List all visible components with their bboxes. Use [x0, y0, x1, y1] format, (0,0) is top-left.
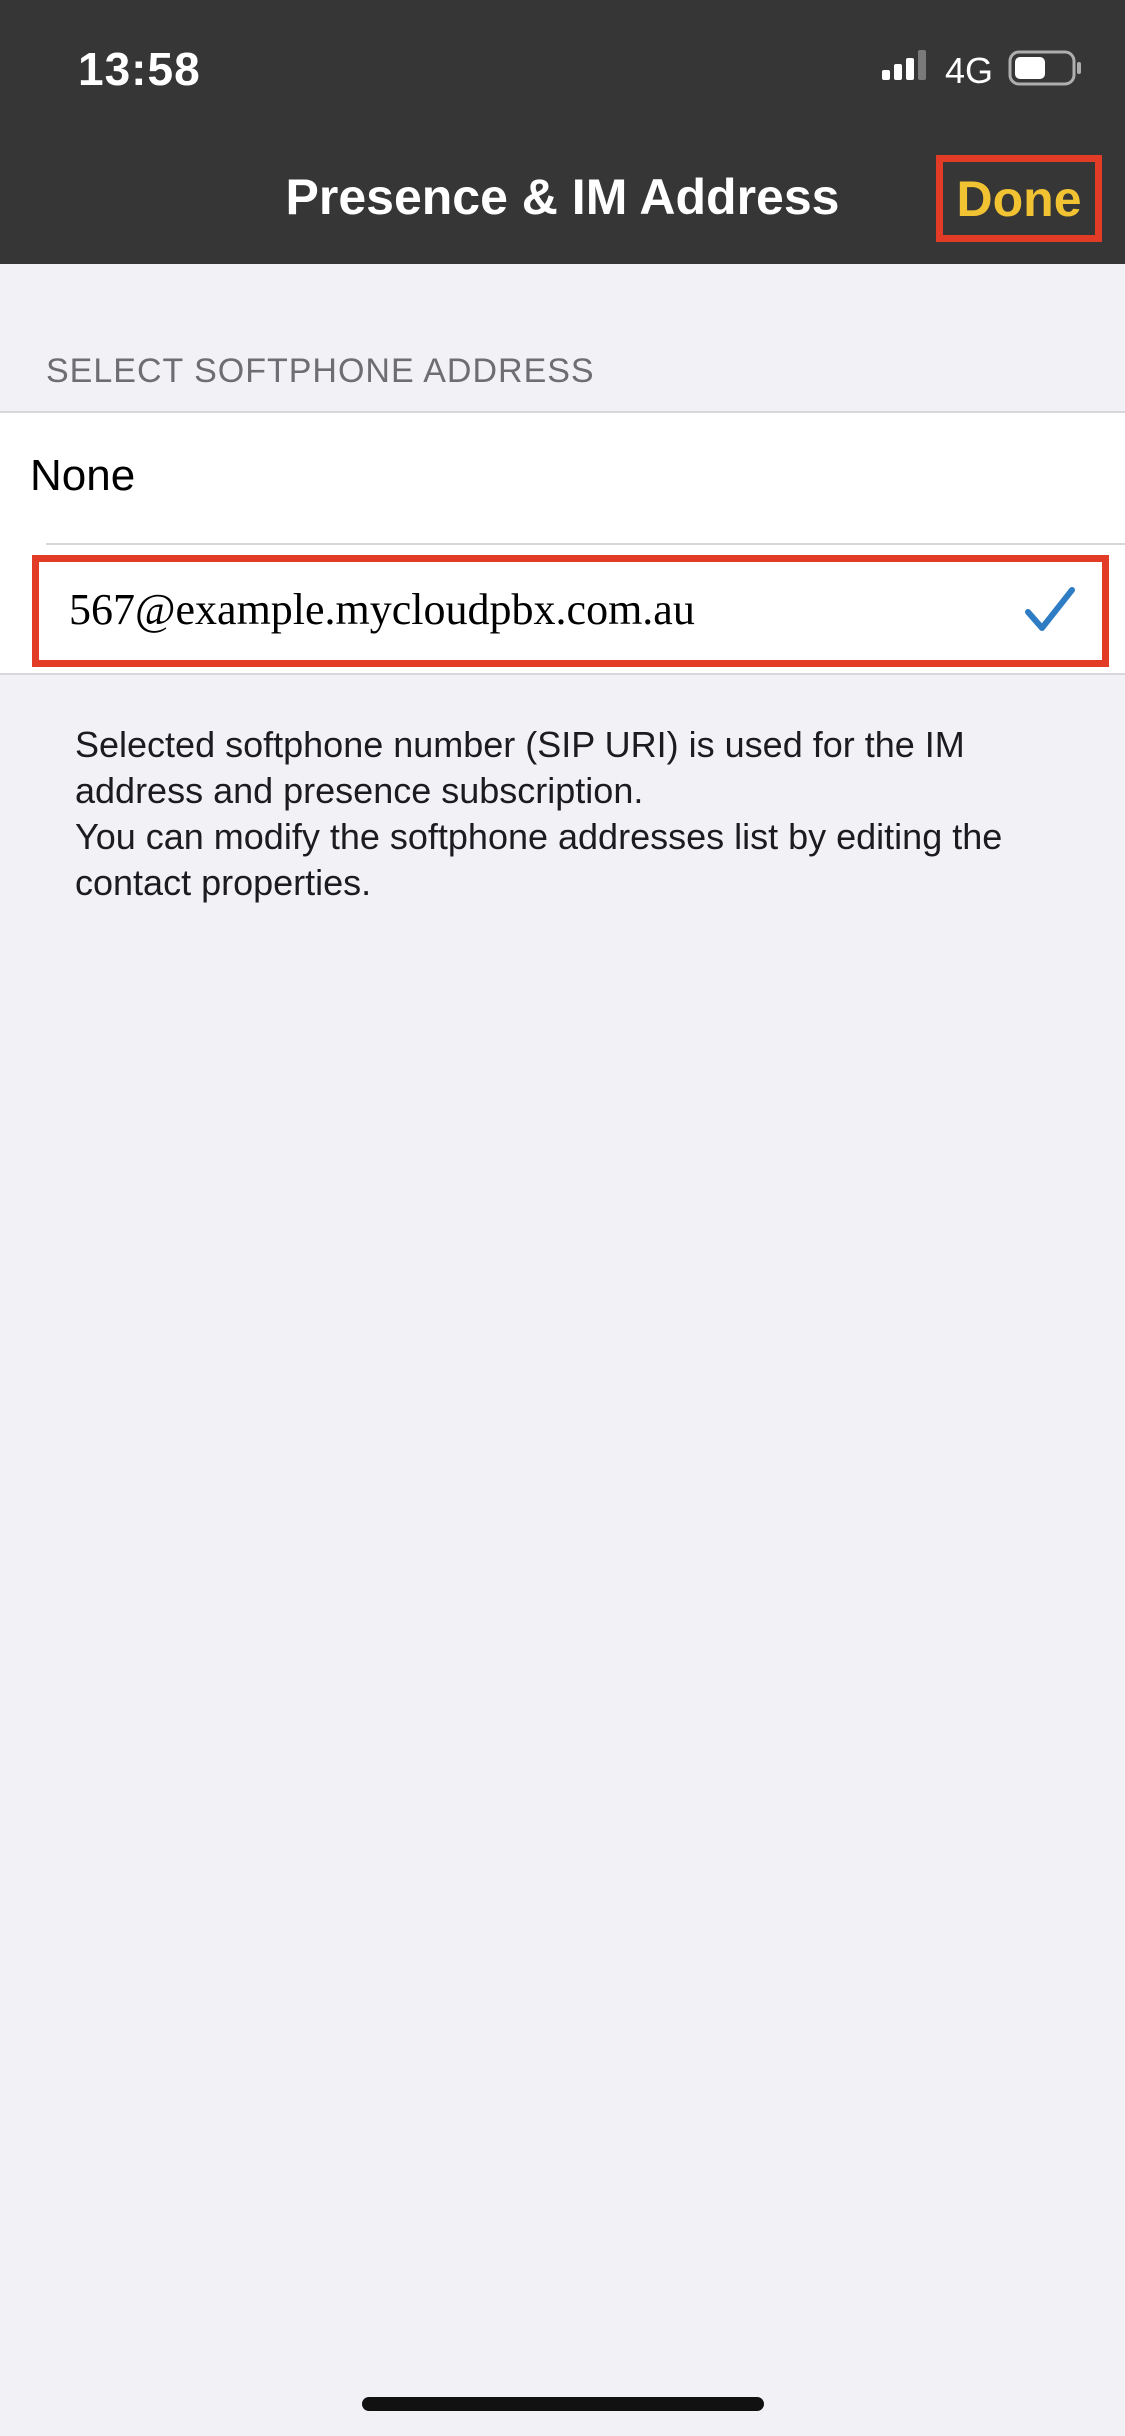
list-item-label: None: [30, 451, 136, 500]
section-header: SELECT SOFTPHONE ADDRESS: [46, 352, 595, 390]
softphone-address-list: None 567@example.mycloudpbx.com.au: [0, 411, 1125, 675]
footer-line: Selected softphone number (SIP URI) is u…: [75, 724, 965, 811]
cellular-signal-icon: [882, 50, 926, 80]
network-type-label: 4G: [945, 50, 994, 91]
done-button[interactable]: Done: [936, 155, 1102, 242]
row-divider: [46, 543, 1125, 545]
list-item-none[interactable]: None: [0, 413, 1125, 545]
footer-line: You can modify the softphone addresses l…: [75, 816, 1003, 903]
home-indicator[interactable]: [362, 2397, 764, 2411]
list-item-sip-address[interactable]: 567@example.mycloudpbx.com.au: [32, 555, 1109, 667]
list-item-label: 567@example.mycloudpbx.com.au: [69, 585, 695, 634]
checkmark-icon: [1025, 587, 1075, 631]
status-time: 13:58: [78, 43, 201, 95]
section-footer: Selected softphone number (SIP URI) is u…: [75, 722, 1035, 906]
battery-icon: [1008, 50, 1081, 86]
screen: 13:58 4G Presence & IM Address Done SELE…: [0, 0, 1125, 2436]
header: 13:58 4G Presence & IM Address Done: [0, 0, 1125, 264]
